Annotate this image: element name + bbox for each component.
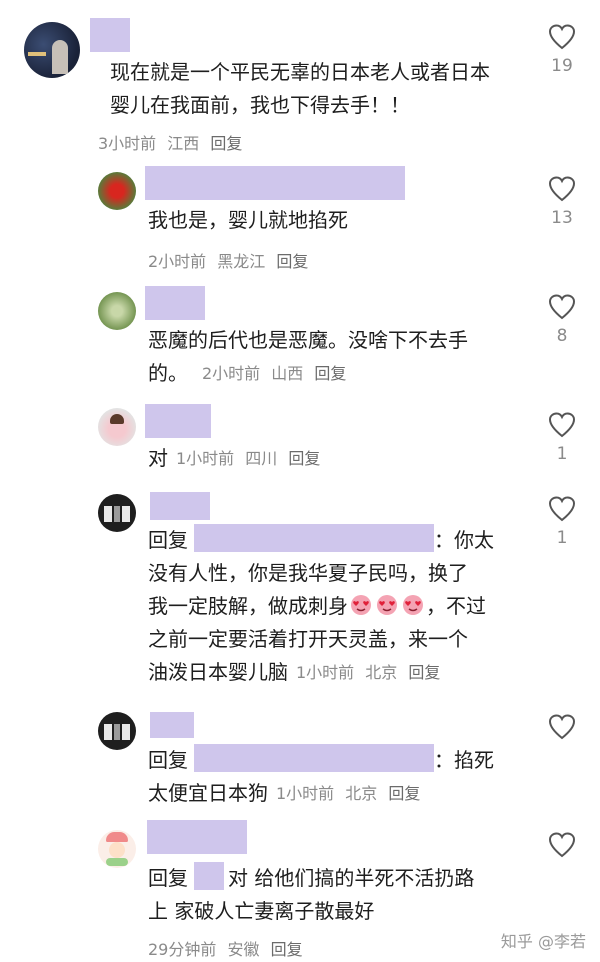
- username-masked[interactable]: [145, 166, 405, 200]
- mentioned-user-masked[interactable]: [194, 524, 434, 552]
- comment-text: 恶魔的后代也是恶魔。没啥下不去手 的。 2小时前 山西 回复: [148, 324, 468, 390]
- comment-text: 回复 ：掐死 太便宜日本狗 1小时前 北京 回复: [148, 744, 494, 810]
- comment-3: 恶魔的后代也是恶魔。没啥下不去手 的。 2小时前 山西 回复 8: [0, 282, 600, 400]
- reply-link[interactable]: 回复: [210, 134, 242, 153]
- reply-link[interactable]: 回复: [271, 940, 303, 959]
- avatar[interactable]: [98, 172, 136, 210]
- comment-4: 对 1小时前 四川 回复 1: [0, 400, 600, 480]
- username-masked[interactable]: [147, 820, 247, 854]
- location: 北京: [345, 784, 378, 803]
- avatar[interactable]: [98, 712, 136, 750]
- username-masked[interactable]: [150, 492, 210, 520]
- reply-link[interactable]: 回复: [408, 663, 440, 682]
- location: 山西: [271, 364, 304, 383]
- timestamp: 1小时前: [296, 663, 355, 682]
- username-masked[interactable]: [90, 18, 130, 52]
- comment-6: 回复 ：掐死 太便宜日本狗 1小时前 北京 回复: [0, 708, 600, 818]
- username-masked[interactable]: [145, 404, 211, 438]
- like-button[interactable]: [542, 832, 582, 858]
- zhihu-watermark: 知乎 @李若: [500, 932, 586, 951]
- location: 四川: [245, 449, 278, 468]
- location: 黑龙江: [217, 252, 266, 271]
- like-button[interactable]: 1: [542, 496, 582, 548]
- comment-meta: 29分钟前 安徽 回复: [148, 936, 309, 960]
- like-button[interactable]: 1: [542, 412, 582, 464]
- comment-5: 回复 ：你太 没有人性，你是我华夏子民吗，换了 我一定肢解，做成刺身 ，不过 之前一…: [0, 488, 600, 698]
- username-masked[interactable]: [150, 712, 194, 738]
- mentioned-user-masked[interactable]: [194, 744, 434, 772]
- timestamp: 3小时前: [98, 134, 157, 153]
- comment-text: 回复 ：你太 没有人性，你是我华夏子民吗，换了 我一定肢解，做成刺身 ，不过 之前一…: [148, 524, 494, 689]
- like-count: 8: [556, 326, 568, 346]
- comment-text: 回复对 给他们搞的半死不活扔路 上 家破人亡妻离子散最好: [148, 862, 474, 928]
- reply-prefix: 回复: [148, 528, 188, 552]
- heart-outline-icon: [548, 496, 576, 522]
- comment-meta: 1小时前 北京 回复: [296, 656, 446, 689]
- heart-eyes-emoji-icon: [401, 593, 425, 615]
- heart-outline-icon: [548, 832, 576, 858]
- location: 安徽: [227, 940, 260, 959]
- reply-link[interactable]: 回复: [314, 364, 346, 383]
- comment-text: 现在就是一个平民无辜的日本老人或者日本 婴儿在我面前，我也下得去手！！: [110, 60, 490, 117]
- heart-eyes-emoji-icon: [375, 593, 399, 615]
- mentioned-user-masked[interactable]: [194, 862, 224, 890]
- avatar[interactable]: [98, 408, 136, 446]
- heart-outline-icon: [548, 24, 576, 50]
- like-count: 13: [551, 208, 573, 228]
- reply-link[interactable]: 回复: [288, 449, 320, 468]
- avatar[interactable]: [24, 22, 80, 78]
- comment-meta: 1小时前 北京 回复: [276, 777, 426, 810]
- reply-link[interactable]: 回复: [388, 784, 420, 803]
- timestamp: 29分钟前: [148, 940, 217, 959]
- like-count: 1: [556, 444, 568, 464]
- comment-meta: 2小时前 黑龙江 回复: [148, 248, 314, 272]
- avatar[interactable]: [98, 494, 136, 532]
- heart-outline-icon: [548, 412, 576, 438]
- like-button[interactable]: 8: [542, 294, 582, 346]
- location: 北京: [365, 663, 398, 682]
- comment-2: 我也是，婴儿就地掐死 2小时前 黑龙江 回复 13: [0, 160, 600, 280]
- heart-outline-icon: [548, 176, 576, 202]
- location: 江西: [167, 134, 200, 153]
- timestamp: 2小时前: [148, 252, 207, 271]
- like-button[interactable]: 19: [542, 24, 582, 76]
- reply-prefix: 回复: [148, 866, 188, 890]
- username-masked[interactable]: [145, 286, 205, 320]
- comment-meta: 3小时前 江西 回复: [98, 130, 248, 154]
- like-button[interactable]: [542, 714, 582, 740]
- comment-meta: 2小时前 山西 回复: [202, 357, 352, 390]
- heart-eyes-emoji-icon: [349, 593, 373, 615]
- heart-outline-icon: [548, 714, 576, 740]
- like-count: 19: [551, 56, 573, 76]
- comment-text: 我也是，婴儿就地掐死: [148, 208, 348, 232]
- timestamp: 1小时前: [176, 449, 235, 468]
- heart-outline-icon: [548, 294, 576, 320]
- comment-text: 对 1小时前 四川 回复: [148, 442, 326, 475]
- avatar[interactable]: [98, 292, 136, 330]
- comment-1: 现在就是一个平民无辜的日本老人或者日本 婴儿在我面前，我也下得去手！！ 3小时前…: [0, 0, 600, 160]
- timestamp: 2小时前: [202, 364, 261, 383]
- avatar[interactable]: [98, 830, 136, 868]
- timestamp: 1小时前: [276, 784, 335, 803]
- like-count: 1: [556, 528, 568, 548]
- like-button[interactable]: 13: [542, 176, 582, 228]
- reply-link[interactable]: 回复: [276, 252, 308, 271]
- reply-prefix: 回复: [148, 748, 188, 772]
- comment-meta: 1小时前 四川 回复: [176, 442, 326, 475]
